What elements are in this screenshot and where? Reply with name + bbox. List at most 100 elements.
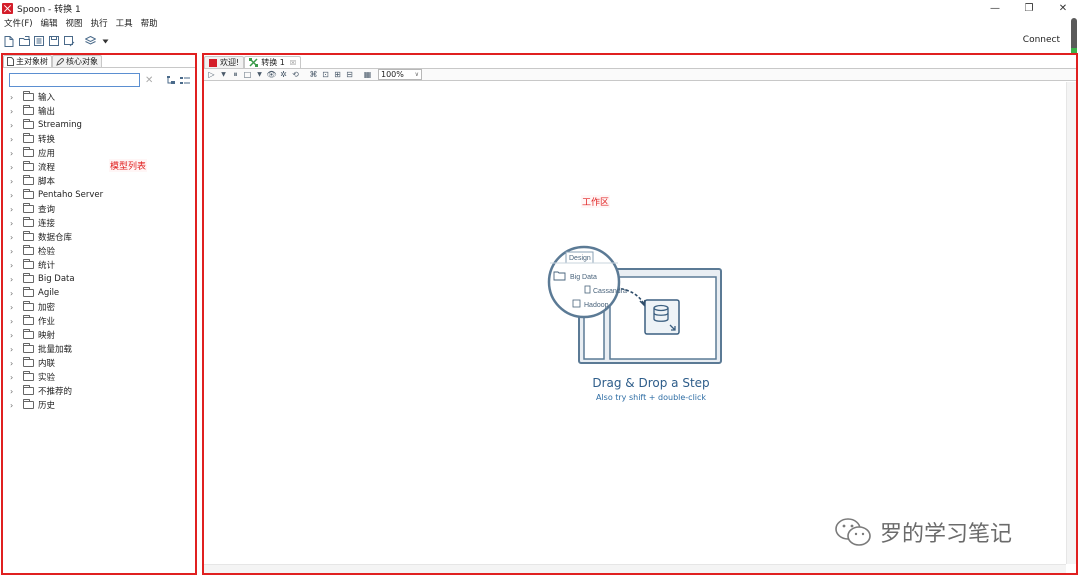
pencil-icon [56,57,64,66]
tree-item[interactable]: › 历史 [3,398,195,412]
save-as-icon[interactable] [62,34,76,48]
svg-text:Cassandra: Cassandra [593,288,627,295]
chevron-right-icon[interactable]: › [10,219,18,228]
chevron-right-icon[interactable]: › [10,345,18,354]
impact-icon[interactable]: ⊡ [320,69,331,80]
save-icon[interactable] [47,34,61,48]
stop-icon[interactable]: □ [242,69,253,80]
database-cache-icon[interactable]: ⊟ [344,69,355,80]
zoom-select[interactable]: 100% ∨ [378,69,422,80]
perspective-dropdown-chevron-icon[interactable] [98,34,112,48]
preview-icon[interactable]: 👁 [266,69,277,80]
folder-icon [23,385,34,395]
chevron-right-icon[interactable]: › [10,261,18,270]
tree-item[interactable]: › 输入 [3,90,195,104]
tree-item[interactable]: › 连接 [3,216,195,230]
connect-button[interactable]: Connect [1023,35,1060,45]
tree-item[interactable]: › 批量加载 [3,342,195,356]
tree-item[interactable]: › 流程 [3,160,195,174]
tab-transformation-1[interactable]: 转换 1 ☒ [244,56,302,68]
chevron-right-icon[interactable]: › [10,121,18,130]
clear-search-icon[interactable]: ✕ [145,75,153,86]
pause-icon[interactable]: ⏸ [230,69,241,80]
tree-item-label: 历史 [38,401,56,411]
tree-item[interactable]: › 实验 [3,370,195,384]
tree-item[interactable]: › Agile [3,286,195,300]
tree-item[interactable]: › 脚本 [3,174,195,188]
tree-item[interactable]: › 作业 [3,314,195,328]
watermark: 罗的学习笔记 [834,516,1012,548]
tab-core-objects[interactable]: 核心对象 [52,55,102,67]
chevron-right-icon[interactable]: › [10,93,18,102]
folder-icon [23,119,34,129]
grid-icon[interactable]: ▦ [362,69,373,80]
close-tab-icon[interactable]: ☒ [290,59,296,67]
chevron-right-icon[interactable]: › [10,135,18,144]
sql-icon[interactable]: ⊞ [332,69,343,80]
tree-item[interactable]: › 查询 [3,202,195,216]
canvas-vertical-scrollbar[interactable] [1066,82,1076,564]
chevron-right-icon[interactable]: › [10,205,18,214]
chevron-right-icon[interactable]: › [10,317,18,326]
chevron-right-icon[interactable]: › [10,233,18,242]
chevron-right-icon[interactable]: › [10,149,18,158]
tree-item-label: 转换 [38,135,56,145]
tree-item[interactable]: › Big Data [3,272,195,286]
expand-tree-icon[interactable] [167,75,176,85]
chevron-right-icon[interactable]: › [10,401,18,410]
explore-repository-icon[interactable] [32,34,46,48]
stop-options-chevron-icon[interactable]: ▼ [254,69,265,80]
minimize-button[interactable]: — [978,0,1012,16]
tree-item[interactable]: › 加密 [3,300,195,314]
close-button[interactable]: ✕ [1046,0,1080,16]
tree-item[interactable]: › 应用 [3,146,195,160]
chevron-right-icon[interactable]: › [10,289,18,298]
transformation-canvas[interactable]: 工作区 Design Big Data Cassandra Hadoop Dra… [204,82,1076,573]
menu-run[interactable]: 执行 [87,17,112,29]
tree-item-label: 脚本 [38,177,56,187]
layers-perspective-icon[interactable] [83,34,97,48]
chevron-right-icon[interactable]: › [10,275,18,284]
tab-main-object-tree[interactable]: 主对象树 [3,55,52,67]
verify-icon[interactable]: ⌘ [308,69,319,80]
chevron-right-icon[interactable]: › [10,387,18,396]
menu-file[interactable]: 文件(F) [0,17,37,29]
window-scroll-indicator[interactable] [1071,18,1077,58]
menu-view[interactable]: 视图 [62,17,87,29]
tree-item[interactable]: › 输出 [3,104,195,118]
run-options-chevron-icon[interactable]: ▼ [218,69,229,80]
tree-item[interactable]: › 内联 [3,356,195,370]
menu-tools[interactable]: 工具 [112,17,137,29]
run-icon[interactable]: ▷ [206,69,217,80]
chevron-right-icon[interactable]: › [10,107,18,116]
new-file-icon[interactable] [2,34,16,48]
tree-item[interactable]: › 不推荐的 [3,384,195,398]
tree-item[interactable]: › 映射 [3,328,195,342]
tree-item[interactable]: › 检验 [3,244,195,258]
chevron-right-icon[interactable]: › [10,303,18,312]
tree-item[interactable]: › 数据仓库 [3,230,195,244]
tree-item[interactable]: › 转换 [3,132,195,146]
tab-welcome[interactable]: 欢迎! [204,56,245,68]
replay-icon[interactable]: ⟲ [290,69,301,80]
tree-item[interactable]: › 统计 [3,258,195,272]
chevron-right-icon[interactable]: › [10,163,18,172]
chevron-right-icon[interactable]: › [10,373,18,382]
maximize-button[interactable]: ❐ [1012,0,1046,16]
chevron-right-icon[interactable]: › [10,177,18,186]
svg-text:Big Data: Big Data [570,274,597,281]
menu-edit[interactable]: 编辑 [37,17,62,29]
chevron-right-icon[interactable]: › [10,331,18,340]
collapse-tree-icon[interactable] [180,76,191,85]
chevron-right-icon[interactable]: › [10,359,18,368]
tree-item[interactable]: › Pentaho Server [3,188,195,202]
open-file-icon[interactable] [17,34,31,48]
search-input[interactable] [9,73,140,87]
tree-item[interactable]: › Streaming [3,118,195,132]
chevron-right-icon[interactable]: › [10,247,18,256]
canvas-horizontal-scrollbar[interactable] [204,564,1066,573]
menu-help[interactable]: 帮助 [137,17,162,29]
chevron-right-icon[interactable]: › [10,191,18,200]
debug-icon[interactable]: ✲ [278,69,289,80]
tree-item-label: 批量加载 [38,345,73,355]
